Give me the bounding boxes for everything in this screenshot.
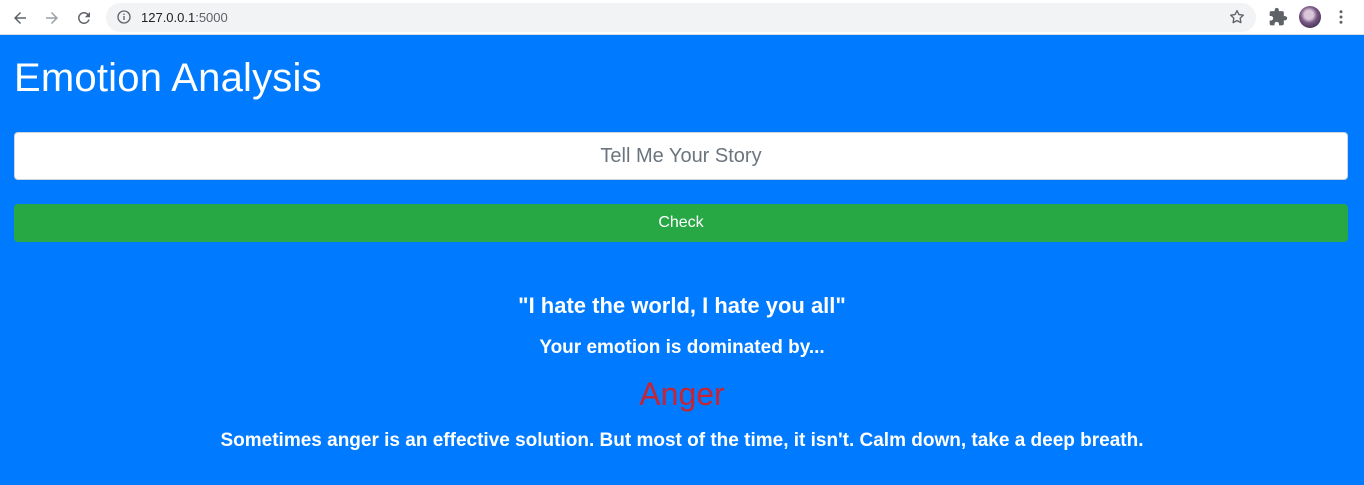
url-text[interactable]: 127.0.0.1:5000	[141, 10, 228, 25]
dominated-label: Your emotion is dominated by...	[539, 337, 825, 358]
forward-button[interactable]	[39, 5, 65, 31]
browser-toolbar: 127.0.0.1:5000	[0, 0, 1364, 35]
emotion-result: Anger	[639, 376, 725, 412]
url-host: 127.0.0.1	[141, 10, 196, 25]
address-bar[interactable]: 127.0.0.1:5000	[106, 3, 1256, 32]
quote-text: "I hate the world, I hate you all"	[518, 293, 846, 318]
page-title: Emotion Analysis	[14, 56, 322, 100]
forward-icon	[46, 12, 58, 24]
advice-text: Sometimes anger is an effective solution…	[220, 430, 1144, 451]
info-icon[interactable]	[116, 9, 132, 25]
reload-button[interactable]	[71, 5, 97, 31]
back-icon	[14, 12, 26, 24]
profile-avatar[interactable]	[1299, 6, 1321, 28]
check-button[interactable]: Check	[14, 204, 1348, 242]
menu-icon[interactable]	[1332, 8, 1350, 26]
story-input[interactable]	[14, 132, 1348, 180]
back-button[interactable]	[7, 5, 33, 31]
reload-icon	[77, 11, 90, 24]
star-icon[interactable]	[1228, 8, 1246, 26]
url-port: :5000	[195, 10, 228, 25]
extensions-icon[interactable]	[1268, 7, 1288, 27]
